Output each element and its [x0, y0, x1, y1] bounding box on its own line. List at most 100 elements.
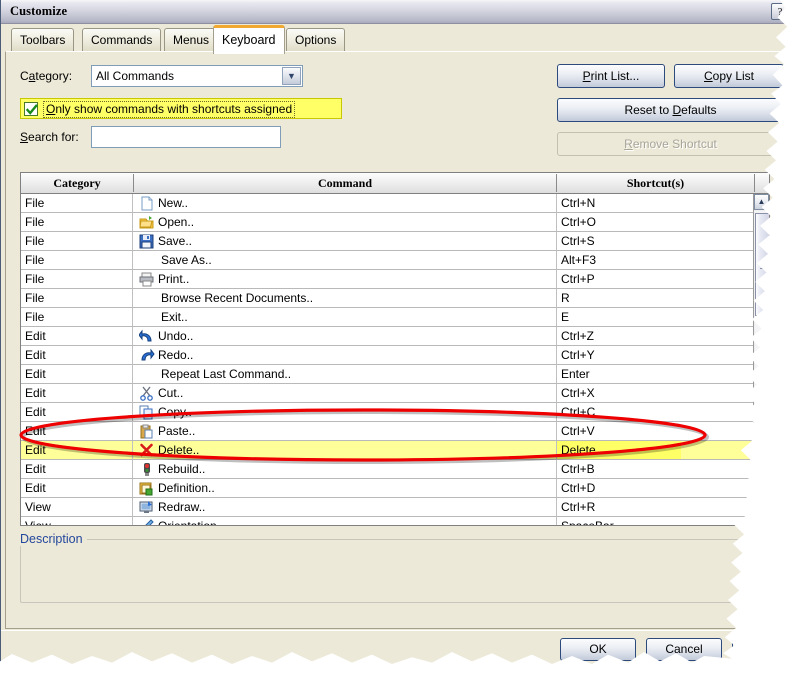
table-row[interactable]: Edit Definition.. Ctrl+D: [21, 479, 755, 498]
scroll-up-icon[interactable]: ▲: [754, 194, 769, 210]
new-document-icon: [139, 196, 155, 211]
keyboard-tab-panel: Category: All Commands ▼ Only show comma…: [5, 51, 788, 629]
row-shortcut: Ctrl+N: [561, 196, 596, 210]
table-row[interactable]: Edit Paste.. Ctrl+V: [21, 422, 755, 441]
row-command: Delete..: [158, 443, 200, 457]
save-floppy-icon: [139, 234, 155, 249]
table-row[interactable]: Edit Rebuild.. Ctrl+B: [21, 460, 755, 479]
table-row[interactable]: File Exit.. E: [21, 308, 755, 327]
table-row[interactable]: File Print.. Ctrl+P: [21, 270, 755, 289]
table-row[interactable]: Edit Cut.. Ctrl+X: [21, 384, 755, 403]
row-shortcut: Ctrl+Z: [561, 329, 594, 343]
ok-button[interactable]: OK: [560, 638, 636, 661]
grid-vertical-scrollbar[interactable]: ▲ ▼: [753, 194, 769, 525]
table-row[interactable]: Edit Delete.. Delete: [21, 441, 755, 460]
row-command: Paste..: [158, 424, 196, 438]
row-category: File: [25, 310, 45, 324]
cancel-button[interactable]: Cancel: [646, 638, 722, 661]
search-label: Search for:: [20, 130, 79, 144]
row-command: Orientation..: [158, 519, 224, 526]
row-category: Edit: [25, 386, 46, 400]
title-bar: Customize ?: [1, 0, 788, 24]
row-category: Edit: [25, 367, 46, 381]
row-shortcut: Ctrl+Y: [561, 348, 595, 362]
row-category: File: [25, 272, 45, 286]
open-folder-icon: [139, 215, 155, 230]
copy-list-button[interactable]: Copy List: [674, 64, 784, 88]
tab-commands[interactable]: Commands: [82, 28, 162, 52]
scroll-down-icon[interactable]: ▼: [754, 510, 769, 525]
table-row[interactable]: File Save.. Ctrl+S: [21, 232, 755, 251]
chevron-down-icon[interactable]: ▼: [282, 67, 301, 85]
table-row[interactable]: Edit Copy.. Ctrl+C: [21, 403, 755, 422]
row-category: File: [25, 234, 45, 248]
category-selected-value: All Commands: [96, 69, 175, 83]
table-row[interactable]: View Orientation.. SpaceBar: [21, 517, 755, 526]
row-command: Redraw..: [158, 500, 206, 514]
row-shortcut: Alt+F3: [561, 253, 597, 267]
row-command: Repeat Last Command..: [161, 367, 292, 381]
pen-orientation-icon: [139, 519, 155, 525]
table-row[interactable]: Edit Repeat Last Command.. Enter: [21, 365, 755, 384]
only-show-checkbox[interactable]: [24, 102, 38, 116]
table-row[interactable]: Edit Redo.. Ctrl+Y: [21, 346, 755, 365]
tab-menus[interactable]: Menus: [164, 28, 219, 52]
row-category: View: [25, 519, 51, 526]
row-command: Save As..: [161, 253, 212, 267]
row-command: Print..: [158, 272, 190, 286]
table-row[interactable]: File Open.. Ctrl+O: [21, 213, 755, 232]
row-category: File: [25, 196, 45, 210]
help-button[interactable]: Help: [732, 638, 788, 661]
print-list-button[interactable]: Print List...: [557, 64, 665, 88]
only-show-shortcuts-row[interactable]: Only show commands with shortcuts assign…: [20, 98, 342, 119]
shortcuts-grid[interactable]: Category Command Shortcut(s) File New.. Ct…: [20, 172, 770, 526]
row-shortcut: Ctrl+X: [561, 386, 595, 400]
table-row[interactable]: File Browse Recent Documents.. R: [21, 289, 755, 308]
row-category: Edit: [25, 481, 46, 495]
table-row[interactable]: View Redraw.. Ctrl+R: [21, 498, 755, 517]
row-category: Edit: [25, 462, 46, 476]
table-row[interactable]: File Save As.. Alt+F3: [21, 251, 755, 270]
column-header-category[interactable]: Category: [21, 173, 133, 193]
row-shortcut: Delete: [561, 443, 596, 457]
table-row[interactable]: Edit Undo.. Ctrl+Z: [21, 327, 755, 346]
column-header-shortcut[interactable]: Shortcut(s): [557, 173, 754, 193]
tab-toolbars[interactable]: Toolbars: [11, 28, 75, 52]
checkmark-icon: [26, 104, 38, 115]
row-command: Redo..: [158, 348, 194, 362]
row-category: Edit: [25, 443, 46, 457]
row-command: New..: [158, 196, 189, 210]
scrollbar-thumb[interactable]: [755, 213, 769, 316]
grid-rows: File New.. Ctrl+N File Open.. Ctrl+O File Save.…: [21, 194, 755, 526]
grid-header: Category Command Shortcut(s): [21, 173, 769, 194]
row-command: Cut..: [158, 386, 184, 400]
row-command: Rebuild..: [158, 462, 206, 476]
tab-keyboard[interactable]: Keyboard: [213, 25, 285, 54]
row-shortcut: Enter: [561, 367, 590, 381]
red-x-delete-icon: [139, 443, 155, 458]
column-header-command[interactable]: Command: [134, 173, 556, 193]
tab-options[interactable]: Options: [286, 28, 346, 52]
table-row[interactable]: File New.. Ctrl+N: [21, 194, 755, 213]
remove-shortcut-button[interactable]: Remove Shortcut: [557, 132, 784, 156]
clipboard-paste-icon: [139, 424, 155, 439]
row-command: Save..: [158, 234, 193, 248]
row-category: File: [25, 291, 45, 305]
category-label: Category:: [20, 69, 73, 83]
row-category: Edit: [25, 424, 46, 438]
search-input[interactable]: [91, 126, 281, 148]
only-show-shortcuts-label: Only show commands with shortcuts assign…: [43, 101, 296, 118]
row-command: Browse Recent Documents..: [161, 291, 314, 305]
undo-arrow-icon: [138, 329, 155, 344]
help-question-icon[interactable]: ?: [771, 3, 788, 20]
reset-defaults-button[interactable]: Reset to Defaults: [557, 98, 784, 122]
row-command: Definition..: [158, 481, 215, 495]
scrollbar-track[interactable]: [755, 211, 769, 509]
description-group: [20, 539, 770, 603]
row-category: Edit: [25, 348, 46, 362]
row-shortcut: Ctrl+O: [561, 215, 597, 229]
row-shortcut: Ctrl+D: [561, 481, 596, 495]
category-combobox[interactable]: All Commands ▼: [91, 65, 303, 87]
window-title: Customize: [10, 4, 68, 18]
copy-icon: [139, 405, 155, 420]
